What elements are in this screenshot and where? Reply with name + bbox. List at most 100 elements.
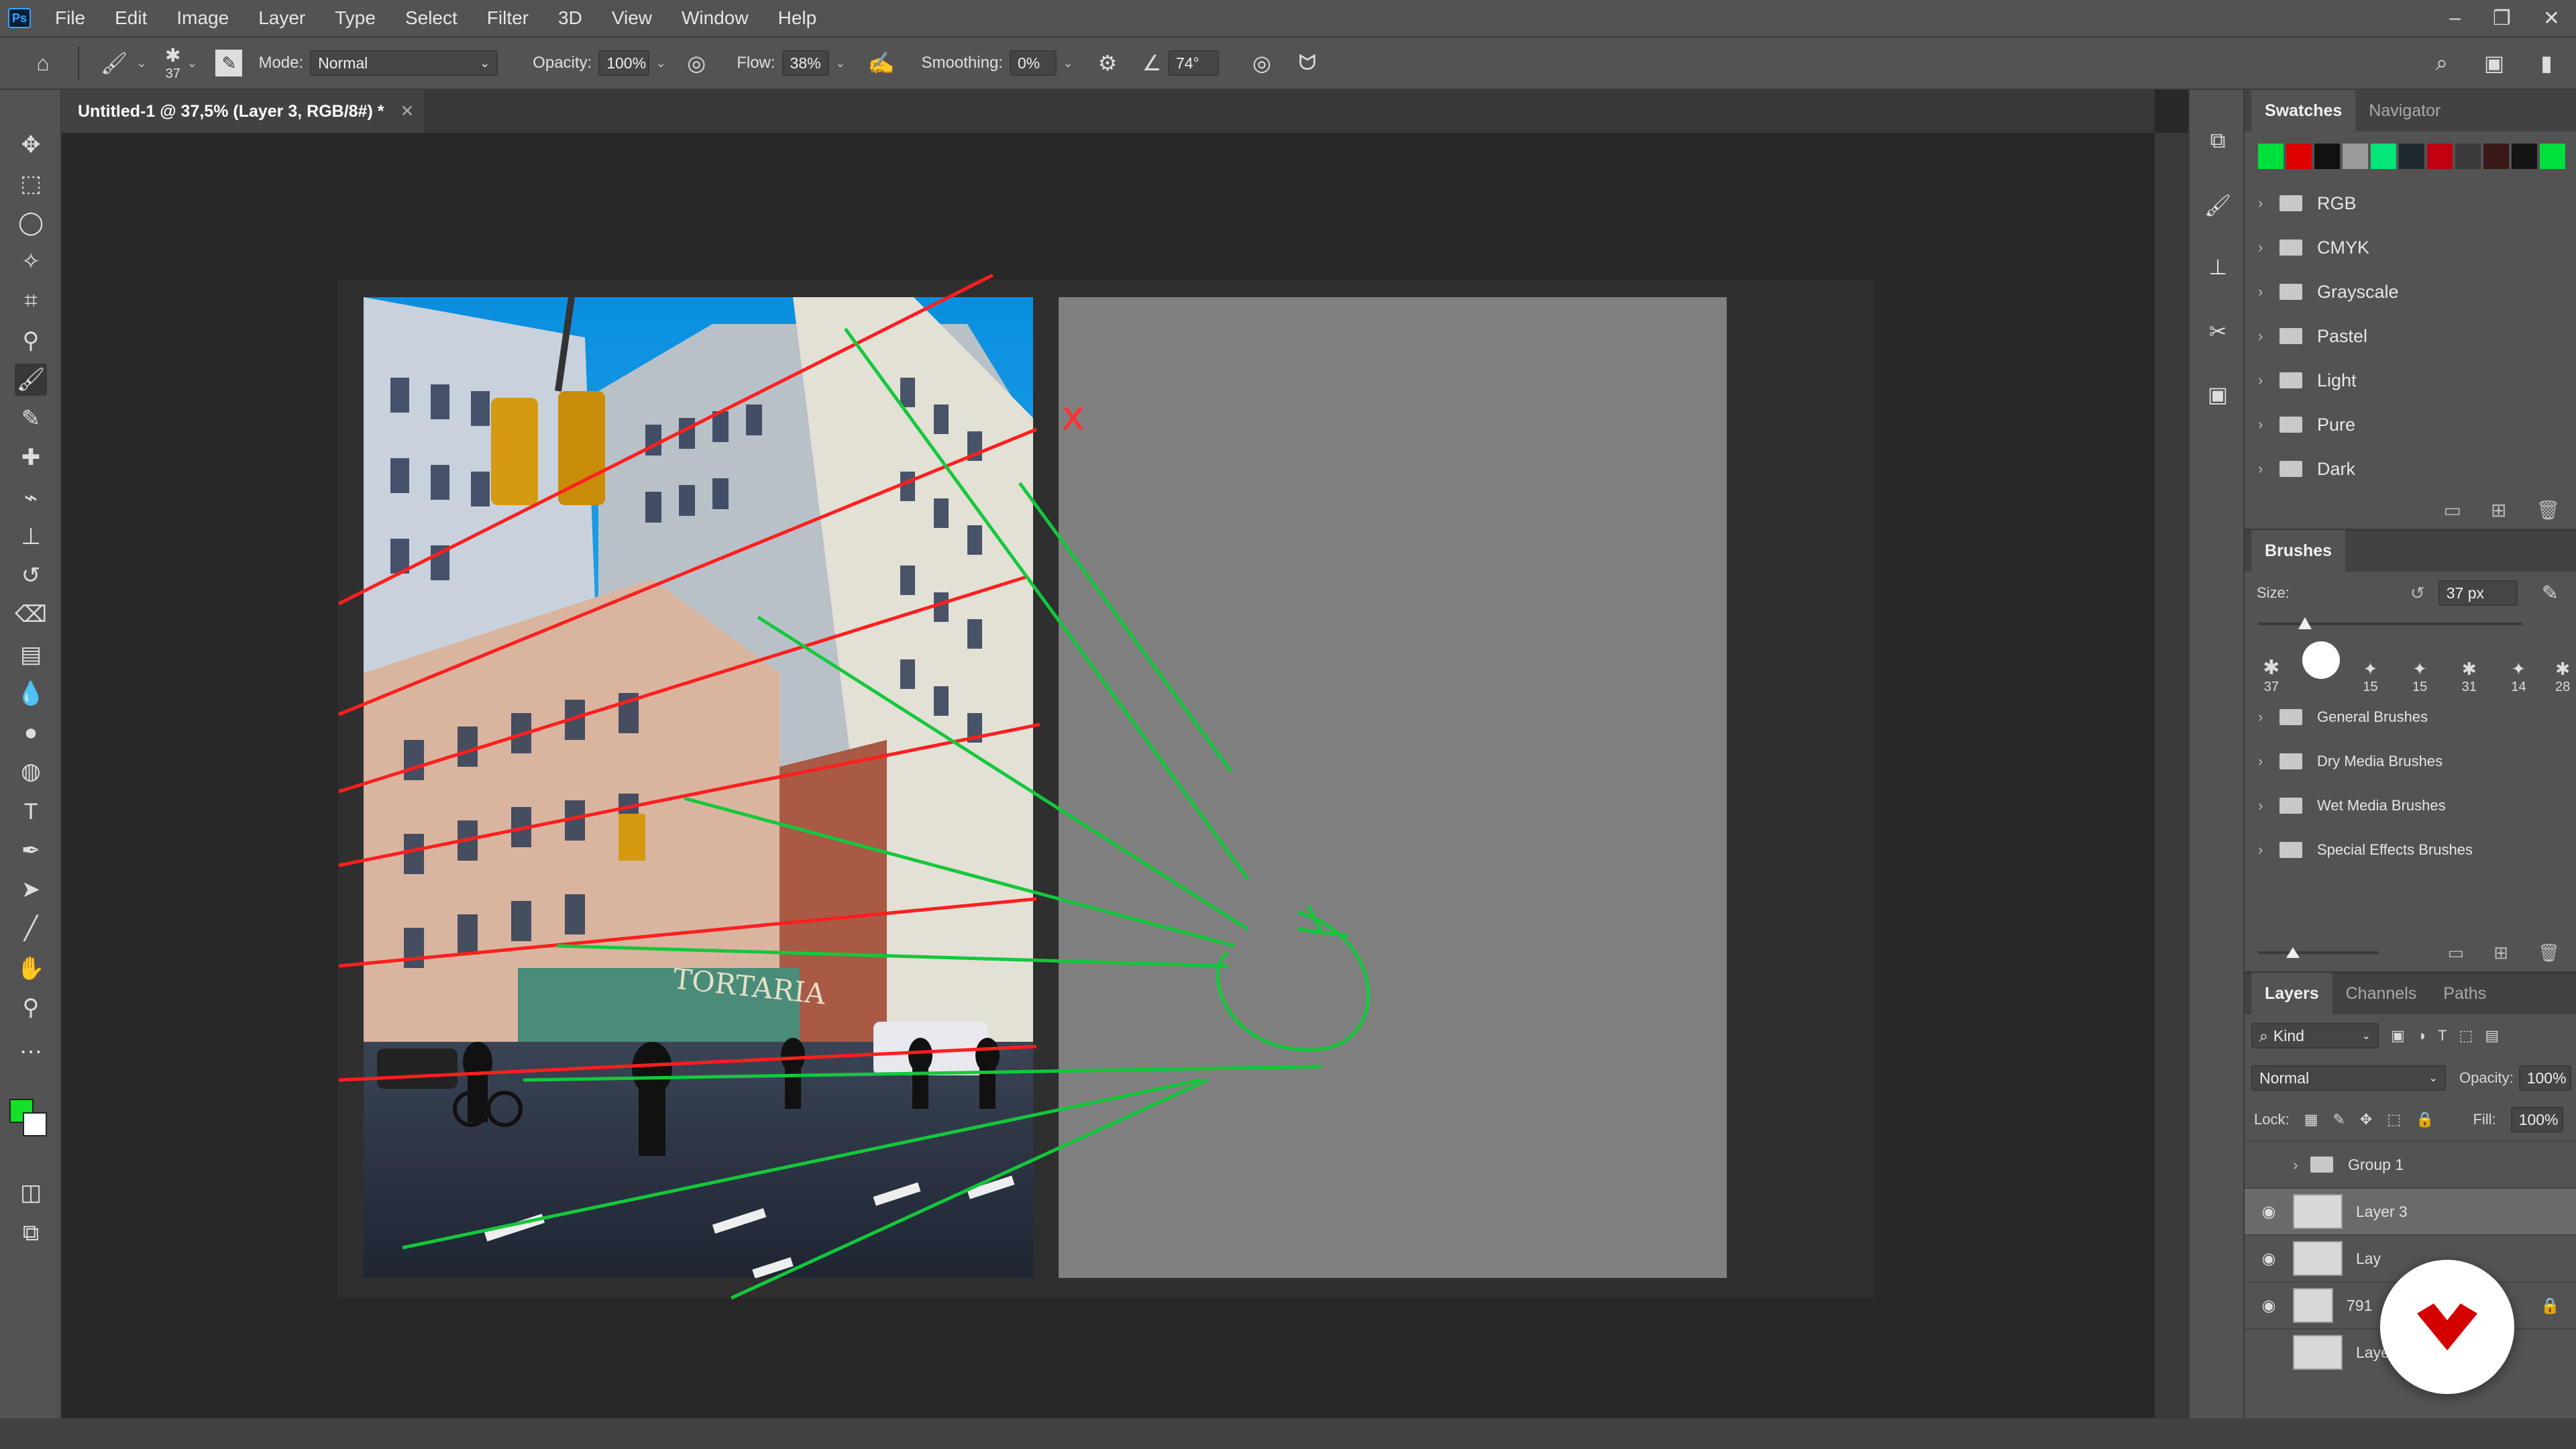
right-panels: Swatches Navigator › RGB › CMYK › Grayscale… (2245, 90, 2576, 1418)
red-horizon-lines (337, 273, 1040, 1082)
brush-group-general[interactable]: › General Brushes (2245, 695, 2576, 739)
brush-size-slider[interactable] (2245, 614, 2576, 635)
tab-channels[interactable]: Channels (2332, 973, 2430, 1014)
tab-brushes[interactable]: Brushes (2251, 530, 2346, 572)
library-icon[interactable]: ▣ (2202, 378, 2234, 411)
new-group-icon[interactable]: ▭ (2448, 943, 2465, 963)
swatch[interactable] (2540, 144, 2565, 169)
brush-settings-icon[interactable]: 🖌 (2202, 189, 2234, 221)
tab-layers[interactable]: Layers (2251, 973, 2332, 1014)
slider-thumb[interactable] (2298, 617, 2312, 629)
swatch[interactable] (2314, 144, 2340, 169)
group-label: Grayscale (2317, 281, 2399, 302)
swatch-group-rgb[interactable]: › RGB (2245, 181, 2576, 225)
swatch-group-pure[interactable]: › Pure (2245, 402, 2576, 447)
workspace-icon[interactable]: ▣ (2478, 47, 2510, 79)
brush-preset-selected[interactable] (2302, 641, 2340, 695)
filter-shape-icon[interactable]: ⬚ (2459, 1027, 2473, 1044)
search-icon[interactable]: ⌕ (2426, 47, 2458, 79)
green-guide-line (523, 1065, 1322, 1082)
swatch[interactable] (2455, 144, 2481, 169)
eye-icon[interactable]: ◉ (2245, 1249, 2293, 1269)
folder-icon (2279, 461, 2302, 477)
filter-adjustment-icon[interactable]: ◑ (2417, 1027, 2426, 1044)
brush-edit-icon[interactable]: ✎ (2542, 582, 2559, 605)
brush-preset[interactable]: ✦ 15 (2352, 659, 2390, 695)
swatch[interactable] (2371, 144, 2396, 169)
blend-mode-select[interactable]: Normal ⌄ (2251, 1065, 2446, 1091)
lock-transparent-icon[interactable]: ▦ (2304, 1111, 2318, 1128)
red-guide-line (338, 427, 1037, 716)
new-group-icon[interactable]: ▭ (2444, 499, 2461, 521)
tab-swatches[interactable]: Swatches (2251, 90, 2356, 131)
green-guide-line (402, 1078, 1201, 1250)
group-label: General Brushes (2317, 708, 2428, 725)
group-label: Wet Media Brushes (2317, 797, 2446, 814)
fill-input[interactable]: 100% (2510, 1107, 2563, 1132)
swatch[interactable] (2483, 144, 2509, 169)
tab-navigator[interactable]: Navigator (2355, 90, 2454, 131)
layer-name: Lay (2356, 1249, 2381, 1267)
restore-icon[interactable]: ❐ (2493, 7, 2511, 30)
blend-mode-value: Normal (2259, 1069, 2310, 1087)
swatch[interactable] (2399, 144, 2424, 169)
minimize-icon[interactable]: – (2449, 7, 2461, 30)
swatch-group-grayscale[interactable]: › Grayscale (2245, 270, 2576, 314)
kind-filter-select[interactable]: ⌕ Kind ⌄ (2251, 1023, 2379, 1049)
brush-preset[interactable]: ✱ 31 (2451, 659, 2488, 695)
lock-pixels-icon[interactable]: ✎ (2332, 1111, 2345, 1128)
folder-icon (2310, 1157, 2333, 1173)
trash-icon[interactable]: 🗑 (2536, 499, 2560, 521)
new-swatch-icon[interactable]: ⊞ (2491, 499, 2506, 521)
swatch[interactable] (2512, 144, 2537, 169)
lock-position-icon[interactable]: ✥ (2360, 1111, 2372, 1128)
preset-size: 14 (2511, 680, 2526, 694)
layer-opacity-input[interactable]: 100% (2518, 1065, 2571, 1091)
share-icon[interactable]: ▮ (2530, 47, 2563, 79)
slider-thumb[interactable] (2286, 947, 2300, 958)
new-brush-icon[interactable]: ⊞ (2493, 943, 2508, 963)
swatch[interactable] (2343, 144, 2368, 169)
brush-size-input[interactable]: 37 px (2438, 580, 2518, 606)
brush-preview-slider[interactable] (2258, 946, 2379, 959)
swatch-group-cmyk[interactable]: › CMYK (2245, 225, 2576, 270)
history-icon[interactable]: ⧉ (2202, 125, 2234, 157)
brush-preset[interactable]: ✱ 37 (2253, 656, 2290, 695)
group-label: Special Effects Brushes (2317, 841, 2473, 858)
close-icon[interactable]: ✕ (2543, 7, 2560, 30)
tool-presets-icon[interactable]: ✂ (2202, 315, 2234, 347)
filter-smart-object-icon[interactable]: ▤ (2485, 1027, 2499, 1044)
filter-pixel-icon[interactable]: ▣ (2391, 1027, 2405, 1044)
swatch[interactable] (2258, 144, 2284, 169)
layer-row-group-1[interactable]: › Group 1 (2245, 1140, 2576, 1187)
brush-preset[interactable]: ✦ 15 (2401, 659, 2438, 695)
brush-group-special-effects[interactable]: › Special Effects Brushes (2245, 828, 2576, 872)
brush-presets: ✱ 37 ✦ 15 ✦ 15 ✱ 31 ✦ 14 ✱ 28 (2245, 635, 2576, 695)
chevron-right-icon[interactable]: › (2293, 1156, 2310, 1174)
brush-group-dry-media[interactable]: › Dry Media Brushes (2245, 739, 2576, 784)
vertical-scrollbar[interactable] (2155, 133, 2188, 1418)
swatch-group-light[interactable]: › Light (2245, 358, 2576, 402)
swatch[interactable] (2427, 144, 2453, 169)
brush-size-field-value: 37 px (2446, 584, 2484, 602)
brush-preset[interactable]: ✦ 14 (2500, 659, 2538, 695)
swatch-group-pastel[interactable]: › Pastel (2245, 314, 2576, 358)
swatch[interactable] (2286, 144, 2312, 169)
eye-icon[interactable]: ◉ (2245, 1202, 2293, 1222)
reset-icon[interactable]: ↺ (2410, 583, 2425, 604)
layer-row-layer-3[interactable]: ◉ Layer 3 (2245, 1187, 2576, 1234)
brush-group-wet-media[interactable]: › Wet Media Brushes (2245, 784, 2576, 828)
swatch-group-dark[interactable]: › Dark (2245, 447, 2576, 491)
tab-paths[interactable]: Paths (2430, 973, 2500, 1014)
brush-preset[interactable]: ✱ 28 (2549, 659, 2576, 695)
clone-source-icon[interactable]: ⊥ (2202, 251, 2234, 283)
lock-artboard-icon[interactable]: ⬚ (2387, 1111, 2401, 1128)
preset-size: 31 (2461, 680, 2477, 694)
eye-icon[interactable]: ◉ (2245, 1296, 2293, 1316)
recent-swatches (2245, 131, 2576, 169)
lock-all-icon[interactable]: 🔒 (2416, 1111, 2434, 1128)
filter-type-icon[interactable]: T (2438, 1027, 2447, 1044)
trash-icon[interactable]: 🗑 (2538, 943, 2560, 963)
swatches-panel-tabs: Swatches Navigator (2245, 90, 2576, 131)
